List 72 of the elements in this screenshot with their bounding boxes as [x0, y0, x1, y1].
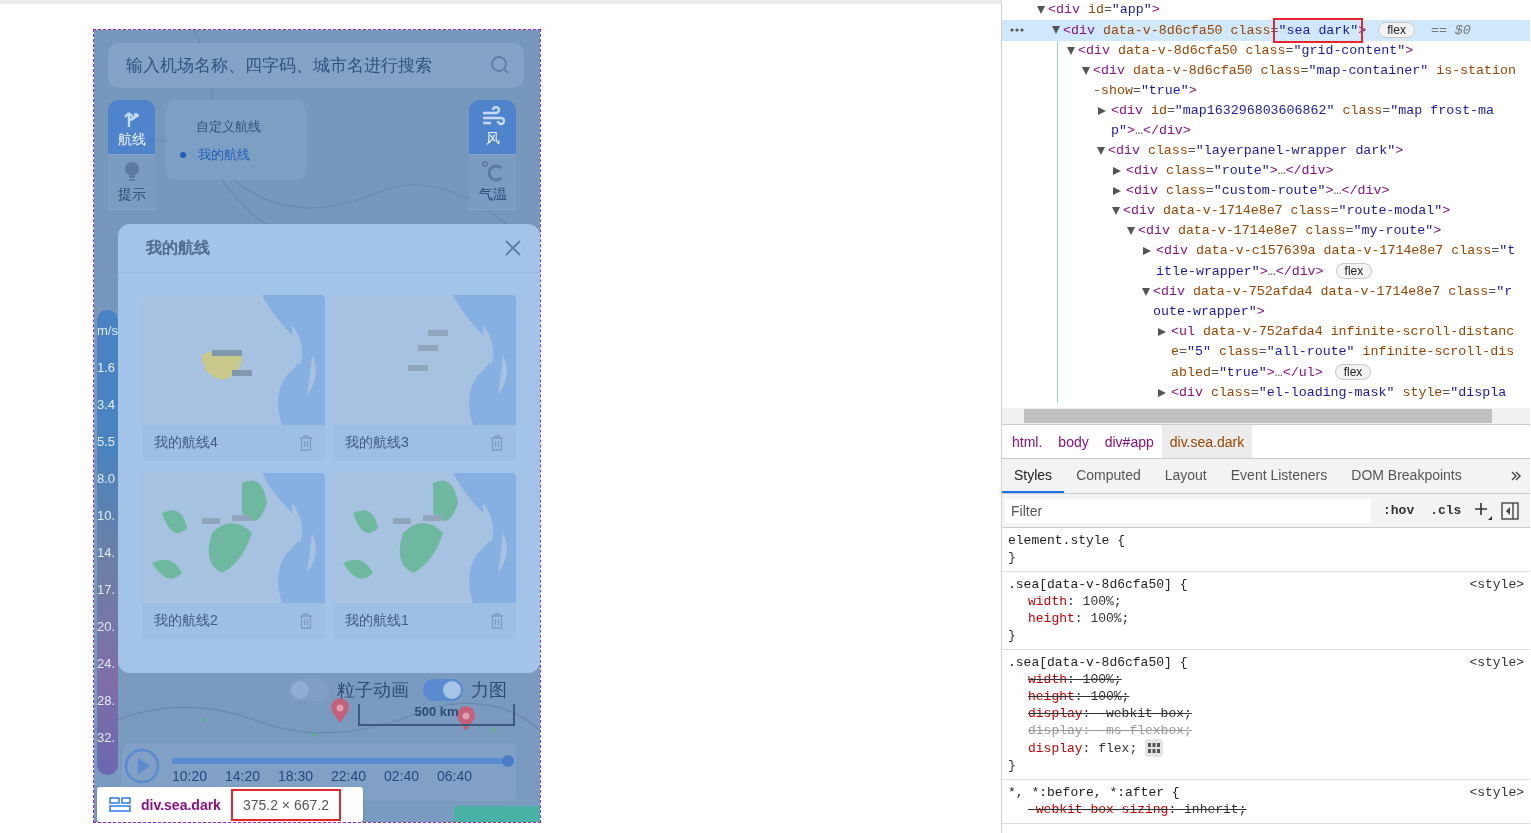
expand-arrow-icon[interactable] [1098, 107, 1106, 115]
css-declaration: height: 100%; [1028, 610, 1130, 627]
closing-brace: } [1008, 758, 1016, 773]
dom-node-text: <ul data-v-752afda4 infinite-scroll-distance="5" class="all-route" infinite-scroll-disabled="true">…</ul> flex [1171, 323, 1516, 382]
expand-arrow-icon[interactable] [1158, 389, 1166, 397]
breadcrumb[interactable]: div#app [1096, 425, 1162, 458]
dom-tree-row[interactable]: <ul data-v-752afda4 infinite-scroll-distance="5" class="all-route" infinite-scroll-disabled="true">…</ul> flex [1002, 322, 1530, 383]
dom-node-text: <div data-v-8d6cfa50 class="grid-content"> [1078, 42, 1415, 60]
css-declaration: display: -webkit-box; [1028, 705, 1192, 722]
expand-arrow-icon[interactable] [1067, 47, 1075, 55]
dom-node-text: <div class="el-loading-mask" style="displa [1171, 384, 1508, 402]
panel-tab[interactable]: Layout [1152, 459, 1219, 493]
expand-arrow-icon[interactable] [1158, 328, 1166, 336]
css-declaration: width: 100%; [1028, 671, 1122, 688]
sidebar-toggle-icon[interactable] [1501, 501, 1520, 520]
dom-node-text: <div id="app"> [1048, 1, 1161, 19]
breadcrumb[interactable]: div.sea.dark [1161, 425, 1253, 458]
dom-node-text: <div class="custom-route">…</div> [1126, 182, 1391, 200]
expand-arrow-icon[interactable] [1113, 167, 1121, 175]
dom-tree-row[interactable]: <div class="layerpanel-wrapper dark"> [1002, 141, 1530, 161]
css-selector: .sea[data-v-8d6cfa50] { [1008, 577, 1188, 592]
css-selector: .sea[data-v-8d6cfa50] { [1008, 655, 1188, 670]
dom-tree-row[interactable]: <div id="map163296803606862" class="map frost-map">…</div> [1002, 101, 1530, 141]
dom-tree-row[interactable]: <div class="route">…</div> [1002, 161, 1530, 181]
more-dots-icon[interactable] [1010, 28, 1024, 32]
closing-brace: } [1008, 550, 1016, 565]
dom-tree-row[interactable]: <div data-v-752afda4 data-v-1714e8e7 class="route-wrapper"> [1002, 282, 1530, 322]
style-source-link[interactable]: <style> [1469, 576, 1524, 593]
dom-node-text: <div data-v-c157639a data-v-1714e8e7 class="title-wrapper">…</div> flex [1156, 242, 1517, 281]
dom-node-text: <div data-v-8d6cfa50 class="map-container" is-station-show="true"> [1093, 62, 1517, 100]
breadcrumb[interactable]: html. [1004, 425, 1051, 458]
expand-arrow-icon[interactable] [1143, 247, 1151, 255]
dom-node-text: <div data-v-1714e8e7 class="my-route"> [1138, 222, 1443, 240]
dom-tree-row[interactable]: <div data-v-1714e8e7 class="route-modal"> [1002, 201, 1530, 221]
expand-arrow-icon[interactable] [1097, 147, 1105, 155]
dom-tree-row[interactable]: <div data-v-1714e8e7 class="my-route"> [1002, 221, 1530, 241]
panel-tab[interactable]: DOM Breakpoints [1339, 459, 1474, 493]
dom-tree-row[interactable]: <div class="custom-route">…</div> [1002, 181, 1530, 201]
dom-tree-row[interactable]: <div data-v-8d6cfa50 class="grid-content"> [1002, 41, 1530, 61]
dom-node-text: <div id="map163296803606862" class="map frost-map">…</div> [1111, 102, 1496, 140]
dom-node-text: <div class="layerpanel-wrapper dark"> [1108, 142, 1405, 160]
filter-field[interactable]: Filter [1005, 498, 1371, 523]
css-declaration: -webkit-box-sizing: inherit; [1028, 801, 1247, 818]
css-declaration: width: 100%; [1028, 593, 1122, 610]
expand-arrow-icon[interactable] [1142, 288, 1150, 296]
css-selector: *, *:before, *:after { [1008, 785, 1180, 800]
style-source-link[interactable]: <style> [1469, 784, 1524, 801]
dom-node-text: <div class="route">…</div> [1126, 162, 1335, 180]
css-selector: element.style { [1008, 533, 1126, 548]
css-declaration: height: 100%; [1028, 688, 1130, 705]
panel-tab[interactable]: Computed [1064, 459, 1153, 493]
dom-tree-row[interactable]: <div data-v-c157639a data-v-1714e8e7 class="title-wrapper">…</div> flex [1002, 241, 1530, 282]
dom-node-text: <div data-v-752afda4 data-v-1714e8e7 class="route-wrapper"> [1153, 283, 1514, 321]
expand-arrow-icon[interactable] [1082, 67, 1090, 75]
css-declaration: display: -ms-flexbox; [1028, 722, 1192, 739]
plus-icon[interactable] [1473, 500, 1494, 521]
toggle-button[interactable]: :hov [1379, 503, 1419, 518]
expand-arrow-icon[interactable] [1112, 207, 1120, 215]
css-declaration: display: flex; [1028, 739, 1138, 757]
dom-tree-row[interactable]: <div class="el-loading-mask" style="displa [1002, 383, 1530, 403]
expand-arrow-icon[interactable] [1052, 26, 1060, 34]
horizontal-scrollbar[interactable] [1002, 408, 1530, 425]
dom-node-text: <div data-v-1714e8e7 class="route-modal"> [1123, 202, 1452, 220]
expand-arrow-icon[interactable] [1127, 227, 1135, 235]
flexbox-editor-icon[interactable] [1145, 739, 1164, 757]
panel-tab[interactable]: Event Listeners [1218, 459, 1340, 493]
breadcrumb[interactable]: body [1050, 425, 1097, 458]
closing-brace: } [1008, 628, 1016, 643]
toggle-button[interactable]: .cls [1426, 503, 1466, 518]
dom-tree-row[interactable]: <div data-v-8d6cfa50 class="map-container" is-station-show="true"> [1002, 61, 1530, 101]
style-source-link[interactable]: <style> [1469, 654, 1524, 671]
expand-arrow-icon[interactable] [1113, 187, 1121, 195]
